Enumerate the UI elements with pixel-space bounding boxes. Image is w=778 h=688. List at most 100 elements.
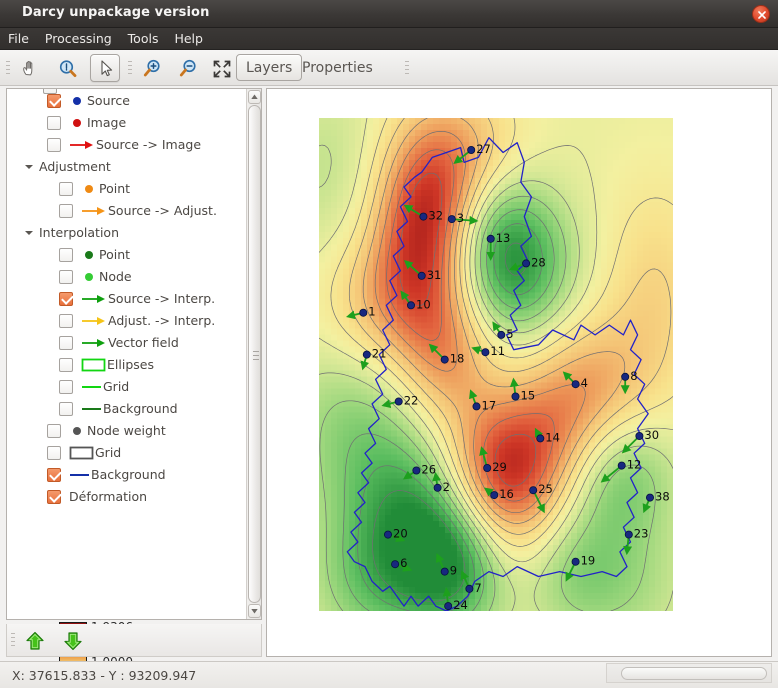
label-24: 24	[453, 598, 468, 611]
symbol-interp-point-icon	[81, 248, 97, 265]
tree-row-node-weight[interactable]: Node weight	[7, 419, 245, 443]
checkbox-vector-field[interactable]	[59, 336, 73, 350]
tree-row-interp-background[interactable]: Background	[7, 397, 245, 421]
label-14: 14	[545, 430, 560, 444]
horizontal-scroll-thumb[interactable]	[621, 667, 767, 680]
map-canvas-panel[interactable]: 2732313283111051121181522174814301226229…	[266, 88, 772, 657]
checkbox-grid[interactable]	[47, 446, 61, 460]
title-bar: Darcy unpackage version	[0, 0, 778, 28]
label-9: 9	[450, 564, 457, 578]
checkbox-source-image[interactable]	[47, 138, 61, 152]
point-15	[512, 393, 519, 400]
pointer-cursor-button[interactable]	[90, 54, 120, 82]
tree-row-source-interp[interactable]: Source -> Interp.	[7, 287, 245, 311]
zoom-out-button[interactable]	[172, 54, 202, 82]
point-26	[413, 467, 420, 474]
checkbox-source-interp[interactable]	[59, 292, 73, 306]
tree-row-source[interactable]: Source	[7, 89, 245, 113]
point-16	[491, 492, 498, 499]
fit-screen-button[interactable]	[206, 54, 236, 82]
scroll-down-arrow[interactable]	[248, 604, 261, 618]
checkbox-source[interactable]	[47, 94, 61, 108]
checkbox-interp-background[interactable]	[59, 402, 73, 416]
heatmap-field	[319, 118, 673, 611]
point-21	[363, 351, 370, 358]
point-6	[392, 561, 399, 568]
zoom-select-button[interactable]	[52, 54, 82, 82]
tree-row-interp-point[interactable]: Point	[7, 243, 245, 267]
label-31: 31	[427, 268, 442, 282]
checkbox-background[interactable]	[47, 468, 61, 482]
tree-row-deformation[interactable]: Déformation	[7, 485, 245, 509]
menu-file[interactable]: File	[0, 28, 37, 50]
label-10: 10	[416, 297, 431, 311]
twisty-adjustment-icon[interactable]	[25, 165, 33, 169]
twisty-interpolation-icon[interactable]	[25, 231, 33, 235]
pan-hand-icon	[19, 58, 41, 80]
tree-row-source-adjust[interactable]: Source -> Adjust.	[7, 199, 245, 223]
checkbox-interp-point[interactable]	[59, 248, 73, 262]
tree-label-interp-point: Point	[99, 246, 130, 263]
point-38	[646, 494, 653, 501]
tree-row-ellipses[interactable]: Ellipses	[7, 353, 245, 377]
menu-tools[interactable]: Tools	[120, 28, 167, 50]
point-12	[618, 462, 625, 469]
tree-row-image[interactable]: Image	[7, 111, 245, 135]
pan-hand-button[interactable]	[14, 54, 44, 82]
zoom-out-icon	[177, 58, 199, 80]
checkbox-ellipses[interactable]	[59, 358, 73, 372]
checkbox-adj-point[interactable]	[59, 182, 73, 196]
symbol-source-image-icon	[69, 138, 95, 155]
checkbox-interp-grid[interactable]	[59, 380, 73, 394]
checkbox-interp-node[interactable]	[59, 270, 73, 284]
layers-tree[interactable]: SourceImageSource -> ImageAdjustmentPoin…	[7, 89, 247, 619]
scroll-up-arrow[interactable]	[248, 90, 261, 104]
checkbox-source-adjust[interactable]	[59, 204, 73, 218]
symbol-source-interp-icon	[81, 292, 107, 309]
symbol-vector-field-icon	[81, 336, 107, 353]
point-25	[530, 487, 537, 494]
tree-row-background[interactable]: Background	[7, 463, 245, 487]
tree-label-ellipses: Ellipses	[107, 356, 154, 373]
tab-properties[interactable]: Properties	[292, 54, 383, 81]
tree-row-source-image[interactable]: Source -> Image	[7, 133, 245, 157]
move-up-button[interactable]	[23, 629, 49, 653]
checkbox-node-weight[interactable]	[47, 424, 61, 438]
close-window-button[interactable]	[752, 5, 770, 23]
symbol-source-icon	[69, 94, 85, 111]
tree-label-interp-grid: Grid	[103, 378, 129, 395]
checkbox-deformation[interactable]	[47, 490, 61, 504]
tree-row-adj-point[interactable]: Point	[7, 177, 245, 201]
toolbar-grip-left[interactable]	[6, 61, 10, 75]
deformation-map[interactable]: 2732313283111051121181522174814301226229…	[319, 118, 673, 611]
arrow-up-icon	[23, 629, 47, 653]
checkbox-adjust-interp[interactable]	[59, 314, 73, 328]
tree-row-interpolation[interactable]: Interpolation	[7, 221, 245, 245]
tree-row-adjustment[interactable]: Adjustment	[7, 155, 245, 179]
arrow-down-icon	[61, 629, 85, 653]
label-7: 7	[474, 581, 481, 595]
checkbox-image[interactable]	[47, 116, 61, 130]
menu-help[interactable]: Help	[166, 28, 211, 50]
toolbar-grip-mid[interactable]	[128, 61, 132, 75]
tree-row-vector-field[interactable]: Vector field	[7, 331, 245, 355]
tree-label-grid: Grid	[95, 444, 121, 461]
point-1	[360, 309, 367, 316]
bottom-toolbar-grip[interactable]	[11, 633, 15, 647]
toolbar-grip-right[interactable]	[405, 61, 409, 75]
tree-label-background: Background	[91, 466, 166, 483]
label-8: 8	[630, 369, 637, 383]
tree-row-interp-node[interactable]: Node	[7, 265, 245, 289]
tree-row-interp-grid[interactable]: Grid	[7, 375, 245, 399]
tree-label-source-adjust: Source -> Adjust.	[108, 202, 217, 219]
tree-row-grid[interactable]: Grid	[7, 441, 245, 465]
move-down-button[interactable]	[61, 629, 87, 653]
horizontal-scrollbar[interactable]	[606, 663, 772, 683]
tree-row-adjust-interp[interactable]: Adjust. -> Interp.	[7, 309, 245, 333]
zoom-in-button[interactable]	[136, 54, 166, 82]
scroll-thumb[interactable]	[248, 105, 261, 603]
point-30	[636, 432, 643, 439]
menu-processing[interactable]: Processing	[37, 28, 120, 50]
layers-vertical-scrollbar[interactable]	[246, 89, 261, 619]
label-5: 5	[506, 327, 513, 341]
